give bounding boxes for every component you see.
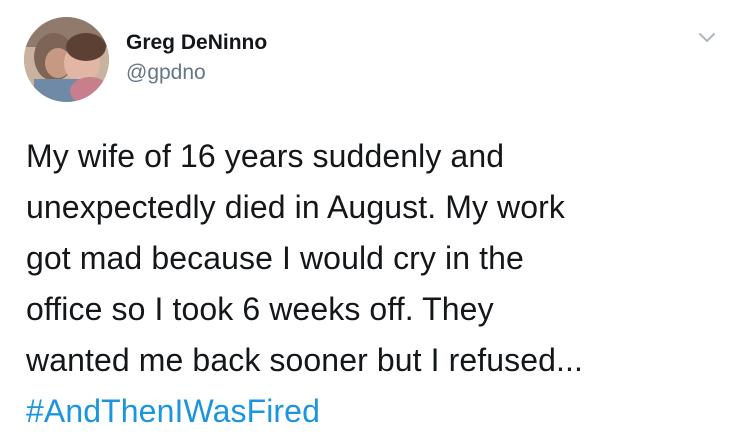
tweet-text-line: wanted me back sooner but I refused... <box>26 342 584 378</box>
author-info: Greg DeNinno @gpdno <box>126 30 267 86</box>
tweet-text-line: My wife of 16 years suddenly and <box>26 138 505 174</box>
author-avatar[interactable] <box>24 17 109 102</box>
tweet-text-line: office so I took 6 weeks off. They <box>26 291 494 327</box>
tweet-card: Greg DeNinno @gpdno My wife of 16 years … <box>0 0 732 443</box>
author-handle[interactable]: @gpdno <box>126 60 267 86</box>
hashtag-link[interactable]: #AndThenIWasFired <box>26 393 320 429</box>
tweet-text-line: got mad because I would cry in the <box>26 240 524 276</box>
tweet-menu-button[interactable] <box>694 25 720 51</box>
tweet-text-line: unexpectedly died in August. My work <box>26 189 566 225</box>
tweet-text: My wife of 16 years suddenly and unexpec… <box>26 131 716 437</box>
profile-photo-icon <box>24 17 109 102</box>
author-display-name[interactable]: Greg DeNinno <box>126 30 267 56</box>
chevron-down-icon <box>699 33 715 42</box>
